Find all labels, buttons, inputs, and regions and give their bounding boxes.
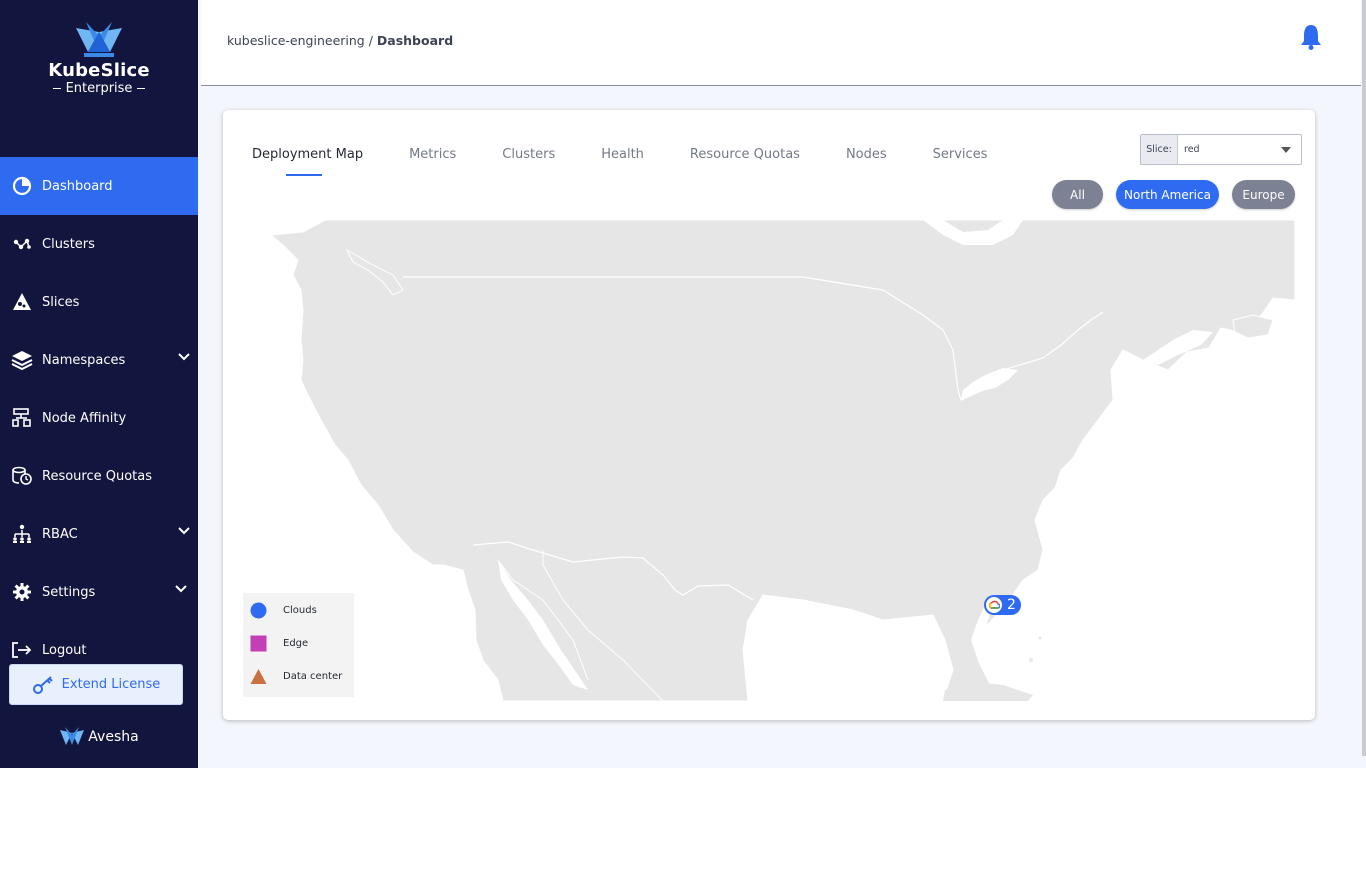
legend-item-edge: Edge [250,635,308,652]
sidebar-item-rbac[interactable]: RBAC [0,505,198,563]
magenta-square-icon [250,635,267,652]
chevron-down-icon[interactable] [178,353,190,361]
slice-select-value: red [1184,144,1200,155]
tab-resource-quotas[interactable]: Resource Quotas [690,147,800,176]
avesha-logo: Avesha [0,727,198,747]
key-icon [32,675,53,694]
tab-nodes[interactable]: Nodes [846,147,887,176]
cluster-count: 2 [1007,597,1016,613]
extend-license-label: Extend License [61,677,161,692]
notification-bell-icon[interactable] [1300,24,1322,50]
logout-icon [11,639,33,661]
cluster-nodes-icon [11,233,33,255]
crown-logo-icon [76,22,122,57]
breadcrumb: kubeslice-engineering / Dashboard [227,33,454,48]
dashboard-tabs: Deployment Map Metrics Clusters Health R… [252,147,1033,176]
top-header: kubeslice-engineering / Dashboard [201,0,1361,86]
blue-circle-icon [250,602,267,619]
sidebar-item-label: RBAC [42,526,78,542]
tab-deployment-map[interactable]: Deployment Map [252,147,363,176]
sidebar-nav: Dashboard Clusters Slices Namespaces Nod… [0,157,198,679]
region-north-america-button[interactable]: North America [1116,180,1219,209]
sidebar-item-label: Clusters [42,236,95,252]
kubeslice-logo[interactable]: KubeSlice Enterprise [0,22,198,96]
map-legend: Clouds Edge Data center [243,593,354,697]
extend-license-button[interactable]: Extend License [9,664,183,705]
page-scrollbar[interactable] [1362,0,1366,756]
sidebar-item-label: Settings [42,584,96,600]
sidebar-item-label: Logout [42,642,87,658]
sidebar-item-label: Namespaces [42,352,126,368]
tab-metrics[interactable]: Metrics [409,147,456,176]
sidebar-item-node-affinity[interactable]: Node Affinity [0,389,198,447]
region-europe-button[interactable]: Europe [1232,180,1295,209]
sidebar-item-label: Node Affinity [42,410,127,426]
legend-item-data-center: Data center [250,668,342,685]
breadcrumb-current: Dashboard [376,33,454,48]
sidebar-item-namespaces[interactable]: Namespaces [0,331,198,389]
sidebar-item-label: Slices [42,294,80,310]
chevron-down-icon[interactable] [175,585,187,593]
slice-select-label: Slice: [1141,135,1178,164]
caret-down-icon [1281,146,1291,153]
avesha-crown-icon [60,727,85,745]
breadcrumb-root[interactable]: kubeslice-engineering [227,33,365,48]
edition-label: Enterprise [0,81,198,96]
orange-triangle-icon [250,668,267,685]
brand-name: KubeSlice [48,60,150,81]
sidebar-item-slices[interactable]: Slices [0,273,198,331]
slices-icon [11,291,33,313]
dashboard-card: Deployment Map Metrics Clusters Health R… [223,110,1315,720]
sidebar-item-dashboard[interactable]: Dashboard [0,157,198,215]
slice-select[interactable]: Slice: red [1140,134,1302,165]
cluster-marker[interactable]: 2 [984,595,1021,615]
sidebar: KubeSlice Enterprise Dashboard Clusters [0,0,198,768]
tab-health[interactable]: Health [601,147,644,176]
pie-chart-icon [11,175,33,197]
north-america-map [269,220,1295,701]
sidebar-item-settings[interactable]: Settings [0,563,198,621]
sidebar-item-label: Resource Quotas [42,468,153,484]
tab-services[interactable]: Services [933,147,988,176]
sidebar-item-clusters[interactable]: Clusters [0,215,198,273]
region-all-button[interactable]: All [1052,180,1103,209]
layers-icon [11,349,33,371]
sidebar-item-resource-quotas[interactable]: Resource Quotas [0,447,198,505]
quota-icon [11,465,33,487]
land-north-america [269,220,1295,701]
google-cloud-icon [986,597,1002,613]
chevron-down-icon[interactable] [178,527,190,535]
people-tree-icon [11,523,33,545]
hierarchy-icon [11,407,33,429]
sidebar-item-label: Dashboard [42,178,113,194]
deployment-map[interactable]: 2 [243,220,1295,701]
gear-icon [11,581,33,603]
legend-item-clouds: Clouds [250,602,317,619]
tab-clusters[interactable]: Clusters [502,147,555,176]
